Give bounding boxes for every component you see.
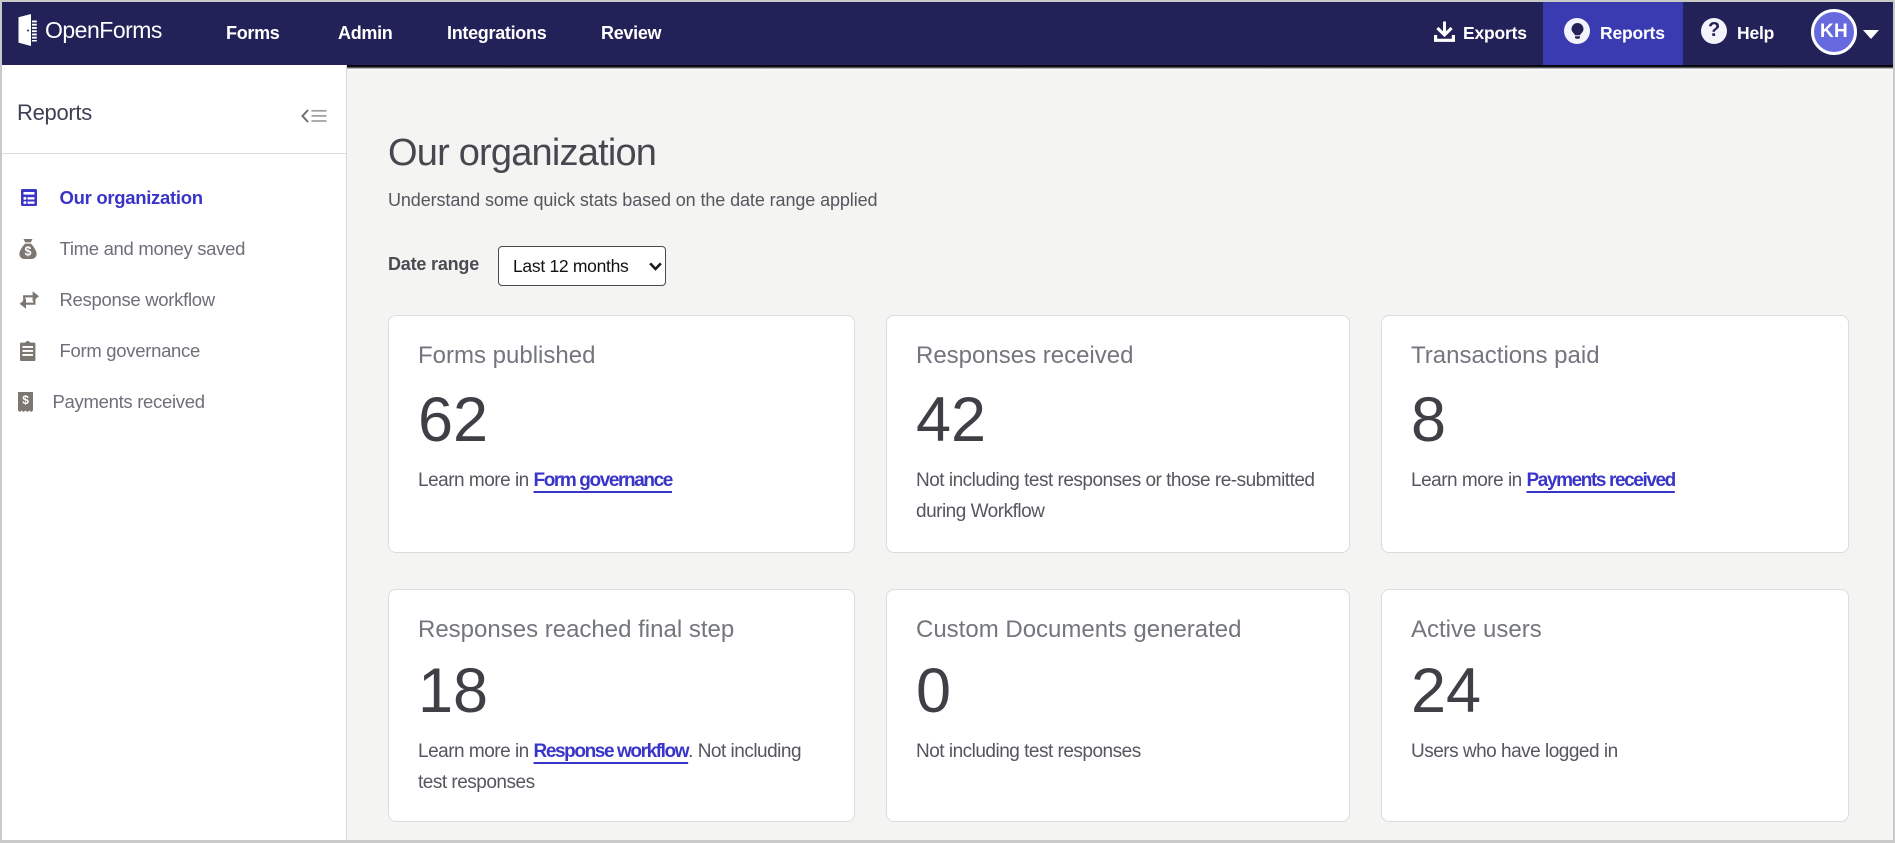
svg-text:$: $	[25, 244, 32, 258]
svg-text:$: $	[22, 392, 29, 406]
